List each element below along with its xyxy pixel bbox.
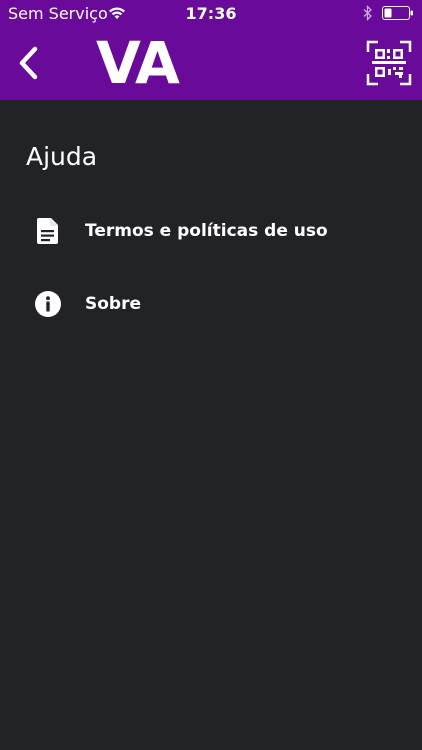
help-page: Ajuda Termos e políticas de uso Sobre: [0, 100, 422, 750]
menu-item-about[interactable]: Sobre: [0, 274, 422, 334]
document-icon: [34, 217, 62, 245]
menu-item-label: Sobre: [85, 294, 142, 314]
menu-item-terms[interactable]: Termos e políticas de uso: [0, 201, 422, 261]
qr-code-button[interactable]: [366, 40, 412, 86]
bluetooth-icon: [363, 5, 372, 21]
info-icon: [34, 290, 62, 318]
chevron-left-icon: [19, 46, 38, 80]
app-logo: VA: [96, 29, 180, 97]
back-button[interactable]: [10, 40, 46, 86]
app-header: Sem Serviço 17:36 VA: [0, 0, 422, 100]
menu-item-label: Termos e políticas de uso: [85, 221, 328, 241]
page-title: Ajuda: [26, 142, 98, 171]
qr-code-scan-icon: [366, 40, 412, 86]
status-bar: Sem Serviço 17:36: [0, 0, 422, 28]
nav-bar: VA: [0, 28, 422, 100]
battery-icon: [382, 6, 413, 20]
status-time: 17:36: [185, 4, 237, 23]
